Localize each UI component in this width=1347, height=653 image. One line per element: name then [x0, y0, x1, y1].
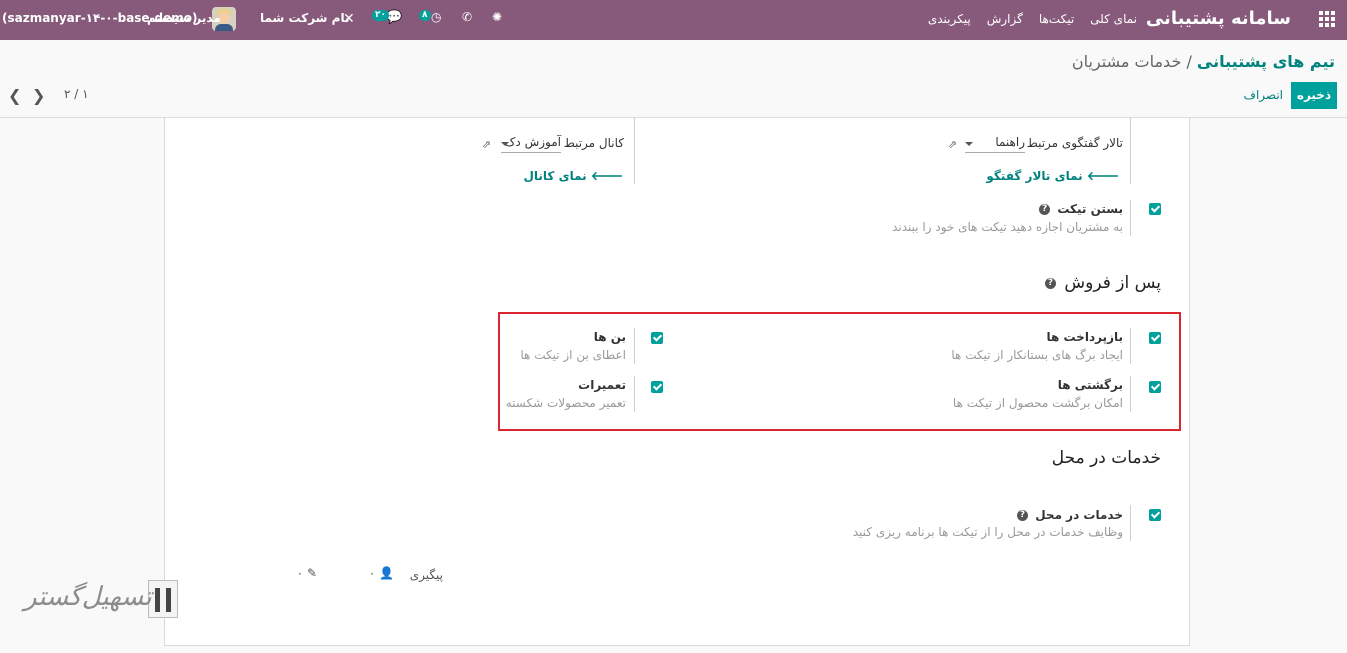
- channel-view-button[interactable]: 🡐 نمای کانال: [523, 168, 623, 183]
- clock-icon[interactable]: ◷: [431, 10, 441, 24]
- setting-divider: [1130, 505, 1131, 541]
- attachments-button[interactable]: ✎ ۰: [297, 566, 317, 580]
- pager-previous-icon[interactable]: ❮: [8, 87, 21, 105]
- arrow-left-icon: 🡐: [590, 169, 623, 183]
- company-switcher[interactable]: نام شرکت شما: [260, 11, 349, 25]
- help-icon[interactable]: ?: [1039, 204, 1051, 215]
- messages-badge: ۲۰: [372, 10, 389, 21]
- breadcrumb: تیم های پشتیبانی / خدمات مشتریان: [1072, 52, 1335, 71]
- after-sales-title-text: پس از فروش: [1064, 273, 1161, 293]
- paperclip-icon: ✎: [306, 566, 317, 580]
- onsite-services-title: خدمات در محل ?: [1017, 508, 1123, 522]
- chevron-down-icon[interactable]: [965, 142, 973, 146]
- tools-icon[interactable]: ✕: [343, 11, 355, 27]
- menu-item-tickets[interactable]: تیکت‌ها: [1039, 12, 1074, 26]
- followers-button[interactable]: 👤 ۰: [369, 566, 394, 580]
- after-sales-highlight-box: [498, 312, 1181, 431]
- onsite-services-label: خدمات در محل: [1035, 508, 1123, 522]
- pager-value[interactable]: ۲ / ۱: [64, 87, 89, 101]
- forum-view-label: نمای تالار گفتگو: [986, 169, 1083, 183]
- onsite-section-title: خدمات در محل: [1051, 448, 1161, 468]
- help-icon[interactable]: ?: [1044, 277, 1056, 289]
- discard-button[interactable]: انصراف: [1244, 88, 1283, 102]
- app-brand[interactable]: سامانه پشتیبانی: [1146, 8, 1291, 29]
- external-link-icon[interactable]: ⇗: [948, 138, 957, 151]
- phone-icon[interactable]: ✆: [462, 10, 472, 24]
- user-menu[interactable]: مدیر سیستم: [147, 11, 221, 25]
- menu-item-reporting[interactable]: گزارش: [987, 12, 1023, 26]
- bug-icon[interactable]: ✺: [492, 10, 502, 24]
- attachments-count: ۰: [296, 566, 304, 580]
- watermark-logo: [148, 580, 178, 618]
- field-divider: [634, 118, 635, 184]
- breadcrumb-parent[interactable]: تیم های پشتیبانی: [1197, 52, 1335, 71]
- user-icon: 👤: [379, 566, 394, 580]
- channel-label: کانال مرتبط: [563, 136, 624, 150]
- pager-next-icon[interactable]: ❯: [32, 87, 45, 105]
- activity-badge: ۸: [419, 10, 431, 21]
- close-ticket-label: بستن تیکت: [1057, 202, 1123, 216]
- forum-label: تالار گفتگوی مرتبط: [1026, 136, 1123, 150]
- watermark-text: تسهیل‌گستر: [24, 582, 152, 612]
- onsite-services-checkbox[interactable]: [1149, 509, 1161, 521]
- setting-divider: [1130, 200, 1131, 236]
- arrow-left-icon: 🡐: [1086, 169, 1119, 183]
- apps-menu-icon[interactable]: [1319, 11, 1335, 27]
- channel-view-label: نمای کانال: [523, 169, 587, 183]
- after-sales-section-title: پس از فروش ?: [1044, 273, 1161, 293]
- close-ticket-title: بستن تیکت ?: [1039, 202, 1123, 216]
- chevron-down-icon[interactable]: [501, 142, 509, 146]
- follow-button[interactable]: پیگیری: [410, 568, 443, 582]
- main-menu: نمای کلی تیکت‌ها گزارش پیکربندی: [928, 12, 1137, 26]
- channel-select-value: آموزش دک: [504, 135, 561, 149]
- forum-select-value: راهنما: [995, 135, 1025, 149]
- close-ticket-description: به مشتریان اجازه دهید تیکت های خود را بب…: [892, 220, 1123, 234]
- save-button[interactable]: ذخیره: [1291, 82, 1337, 109]
- channel-select[interactable]: آموزش دک: [501, 135, 561, 153]
- field-divider: [1130, 118, 1131, 184]
- breadcrumb-separator: /: [1186, 52, 1192, 71]
- forum-view-button[interactable]: 🡐 نمای تالار گفتگو: [986, 168, 1119, 183]
- close-ticket-checkbox[interactable]: [1149, 203, 1161, 215]
- menu-item-configuration[interactable]: پیکربندی: [928, 12, 971, 26]
- help-icon[interactable]: ?: [1017, 510, 1029, 521]
- forum-select[interactable]: راهنما: [965, 135, 1025, 153]
- breadcrumb-current: خدمات مشتریان: [1071, 52, 1182, 71]
- menu-item-overview[interactable]: نمای کلی: [1090, 12, 1137, 26]
- followers-count: ۰: [368, 566, 376, 580]
- onsite-services-description: وظایف خدمات در محل را از تیکت ها برنامه …: [852, 525, 1123, 539]
- external-link-icon[interactable]: ⇗: [482, 138, 491, 151]
